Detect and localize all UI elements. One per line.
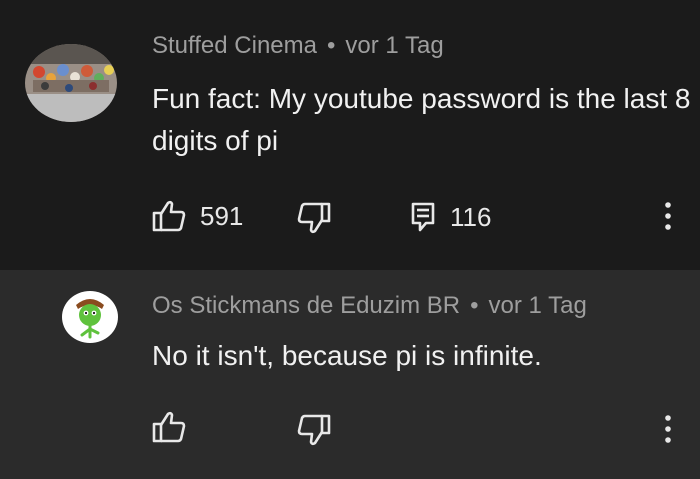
- replies-button[interactable]: 116: [410, 201, 491, 233]
- author-name[interactable]: Stuffed Cinema: [152, 32, 317, 59]
- comment-meta: Stuffed Cinema • vor 1 Tag: [152, 32, 444, 60]
- comment-text: Fun fact: My youtube password is the las…: [152, 83, 691, 156]
- avatar[interactable]: [25, 44, 117, 122]
- thumbs-up-icon: [152, 411, 186, 443]
- author-name[interactable]: Os Stickmans de Eduzim BR: [152, 292, 460, 319]
- more-options-button[interactable]: [656, 413, 680, 445]
- timestamp[interactable]: vor 1 Tag: [489, 292, 587, 319]
- thumbs-down-icon: [297, 414, 331, 446]
- more-vertical-icon: [656, 413, 680, 445]
- like-button[interactable]: [152, 411, 186, 443]
- comment-text: No it isn't, because pi is infinite.: [152, 340, 542, 371]
- comment-card: Stuffed Cinema • vor 1 Tag Fun fact: My yo…: [0, 0, 700, 270]
- meta-separator: •: [327, 32, 336, 59]
- dislike-button[interactable]: [297, 414, 331, 446]
- timestamp[interactable]: vor 1 Tag: [345, 32, 443, 59]
- reply-count: 116: [450, 201, 492, 232]
- thumbs-up-icon: [152, 200, 186, 232]
- reply-card: Os Stickmans de Eduzim BR • vor 1 Tag No i…: [0, 270, 700, 479]
- more-vertical-icon: [656, 200, 680, 232]
- comment-meta: Os Stickmans de Eduzim BR • vor 1 Tag: [152, 292, 587, 320]
- meta-separator: •: [470, 292, 479, 319]
- thumbs-down-icon: [297, 202, 331, 234]
- avatar[interactable]: [62, 291, 118, 343]
- like-button[interactable]: 591: [152, 200, 243, 232]
- like-count: 591: [200, 200, 244, 231]
- more-options-button[interactable]: [656, 200, 680, 232]
- dislike-button[interactable]: [297, 202, 331, 234]
- comment-icon: [410, 201, 436, 233]
